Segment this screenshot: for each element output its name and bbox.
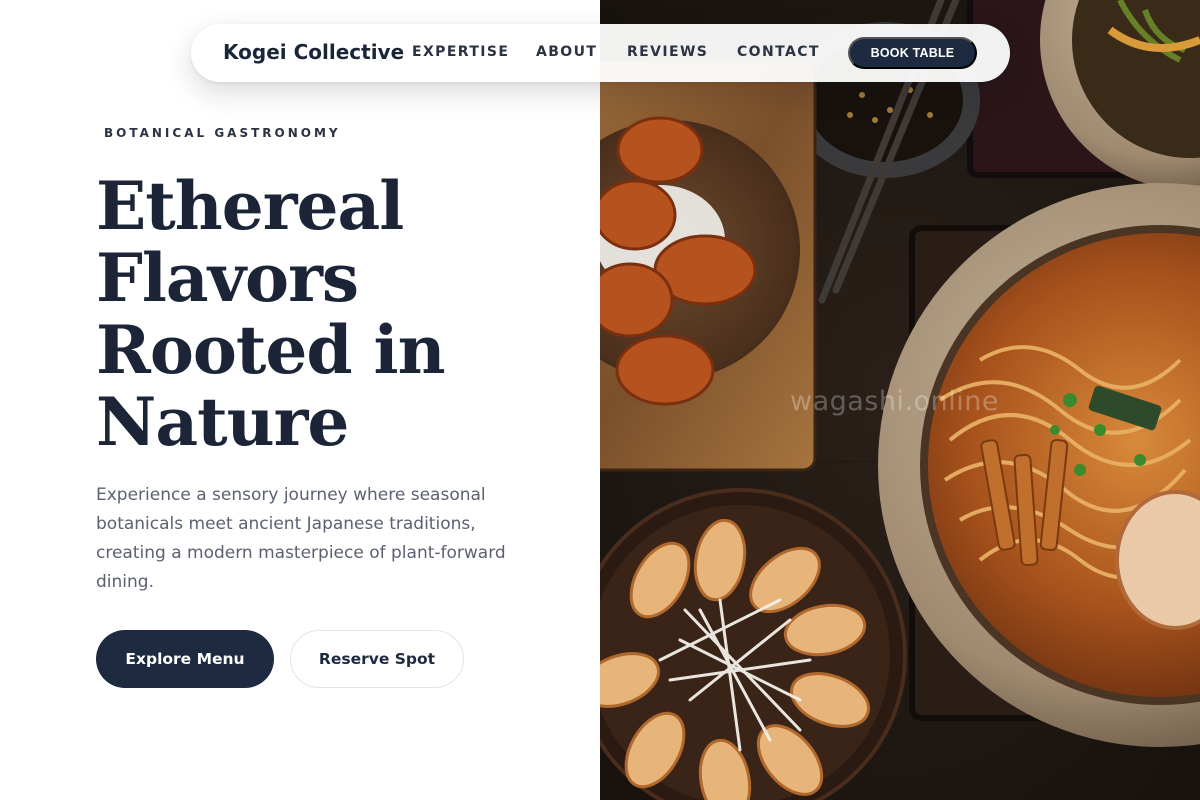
nav-link-contact[interactable]: CONTACT: [737, 44, 820, 60]
explore-menu-button[interactable]: Explore Menu: [96, 630, 274, 688]
brand-logo[interactable]: Kogei Collective: [223, 40, 404, 64]
headline-line: Nature: [96, 383, 349, 461]
hero-section: BOTANICAL GASTRONOMY Ethereal Flavors Ro…: [0, 0, 600, 800]
nav-link-reviews[interactable]: REVIEWS: [627, 44, 708, 60]
nav-link-about[interactable]: ABOUT: [536, 44, 597, 60]
headline-line: Rooted in: [96, 311, 446, 389]
reserve-spot-button[interactable]: Reserve Spot: [290, 630, 464, 688]
landing-page: BOTANICAL GASTRONOMY Ethereal Flavors Ro…: [0, 0, 1200, 800]
hero-description: Experience a sensory journey where seaso…: [96, 485, 506, 592]
hero-eyebrow: BOTANICAL GASTRONOMY: [104, 126, 341, 140]
nav-link-expertise[interactable]: EXPERTISE: [412, 44, 509, 60]
book-table-button[interactable]: BOOK TABLE: [848, 37, 977, 69]
top-navbar: Kogei Collective EXPERTISE ABOUT REVIEWS…: [191, 24, 1010, 82]
hero-headline: Ethereal Flavors Rooted in Nature: [96, 170, 556, 458]
image-watermark: wagashi.online: [790, 386, 999, 417]
headline-line: Ethereal: [96, 167, 404, 245]
hero-food-photo: wagashi.online: [600, 0, 1200, 800]
headline-line: Flavors: [96, 239, 359, 317]
